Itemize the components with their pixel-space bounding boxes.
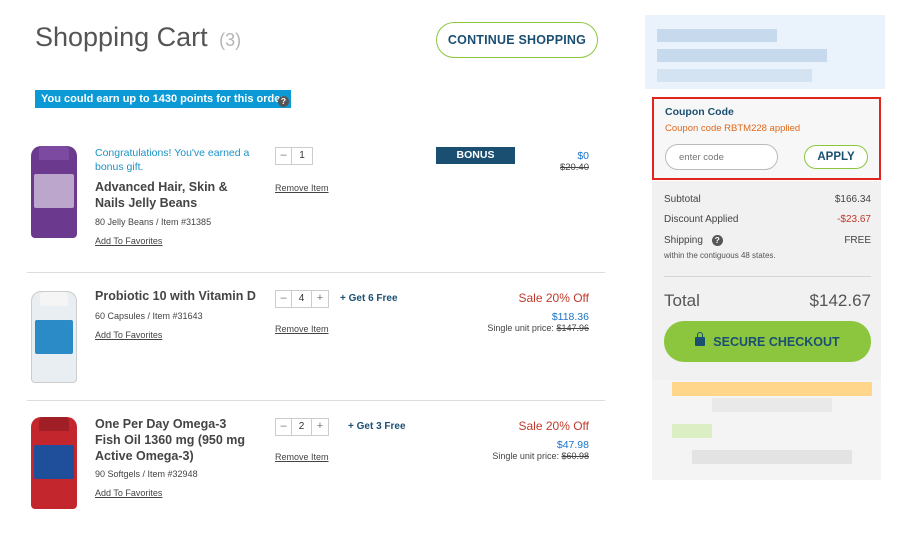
add-to-favorites-link[interactable]: Add To Favorites [95,330,162,340]
subtotal-row: Subtotal $166.34 [664,194,871,205]
coupon-code-input[interactable] [665,144,778,170]
shipping-value: FREE [844,235,871,246]
qty-increase-button[interactable]: + [312,419,328,435]
total-value: $142.67 [809,291,871,310]
price-block: $0 $20.40 [560,150,589,173]
help-icon[interactable]: ? [278,96,289,107]
divider [664,276,871,277]
secure-checkout-button[interactable]: SECURE CHECKOUT [664,321,871,362]
coupon-applied-message: Coupon code RBTM228 applied [665,123,801,134]
page-title: Shopping Cart (3) [35,22,241,53]
remove-item-link[interactable]: Remove Item [275,183,329,193]
order-summary: Subtotal $166.34 Discount Applied -$23.67 … [652,181,881,381]
item-price: $0 [577,150,589,162]
qty-value[interactable]: 1 [292,148,312,164]
item-price: $118.36 [551,311,589,323]
original-price: $20.40 [559,162,589,173]
remove-item-link[interactable]: Remove Item [275,324,329,334]
remove-item-link[interactable]: Remove Item [275,452,329,462]
qty-value[interactable]: 2 [292,419,312,435]
sale-label: Sale 20% Off [518,419,590,433]
product-name[interactable]: One Per Day Omega-3 Fish Oil 1360 mg (95… [95,416,255,464]
discount-value: -$23.67 [837,214,871,225]
price-block: Sale 20% Off $47.98 Single unit price: $… [492,419,589,461]
cart-item: One Per Day Omega-3 Fish Oil 1360 mg (95… [27,400,605,544]
qty-decrease-button[interactable]: – [276,291,292,307]
qty-increase-button[interactable]: + [312,291,328,307]
page-title-text: Shopping Cart [35,22,208,52]
unit-price: Single unit price: $147.96 [487,323,589,333]
points-banner: You could earn up to 1430 points for thi… [35,90,291,108]
blurred-region [652,380,881,480]
product-meta: 80 Jelly Beans / Item #31385 [95,217,212,227]
cart-count: (3) [219,30,242,50]
quantity-stepper: – 2 + [275,418,329,436]
product-image[interactable] [31,291,77,383]
quantity-stepper: – 4 + [275,290,329,308]
total-row: Total $142.67 [664,291,871,310]
shipping-row: Shipping ? FREE [664,235,871,246]
cart-item: Congratulations! You've earned a bonus g… [27,138,605,272]
add-to-favorites-link[interactable]: Add To Favorites [95,236,162,246]
add-to-favorites-link[interactable]: Add To Favorites [95,488,162,498]
continue-shopping-button[interactable]: CONTINUE SHOPPING [436,22,598,58]
price-block: Sale 20% Off $118.36 Single unit price: … [487,291,589,333]
item-price: $47.98 [556,439,589,451]
product-image[interactable] [31,146,77,238]
quantity-stepper: – 1 [275,147,313,165]
shipping-note: within the contiguous 48 states. [664,251,776,260]
get-free-offer[interactable]: + Get 3 Free [348,421,406,432]
qty-decrease-button[interactable]: – [276,419,292,435]
product-name[interactable]: Advanced Hair, Skin & Nails Jelly Beans [95,179,255,211]
qty-decrease-button[interactable]: – [276,148,292,164]
coupon-title: Coupon Code [665,106,734,118]
unit-price: Single unit price: $60.98 [492,451,589,461]
blurred-region [645,15,885,89]
qty-value[interactable]: 4 [292,291,312,307]
shipping-help-icon[interactable]: ? [711,235,723,246]
discount-row: Discount Applied -$23.67 [664,214,871,225]
lock-icon [695,331,706,346]
bonus-badge: BONUS [436,147,515,164]
coupon-panel: Coupon Code Coupon code RBTM228 applied … [652,97,881,180]
product-image[interactable] [31,417,77,509]
sale-label: Sale 20% Off [518,291,590,305]
product-name[interactable]: Probiotic 10 with Vitamin D [95,288,265,304]
bonus-gift-message: Congratulations! You've earned a bonus g… [95,147,250,173]
cart-item: Probiotic 10 with Vitamin D 60 Capsules … [27,272,605,400]
product-meta: 90 Softgels / Item #32948 [95,469,198,479]
product-meta: 60 Capsules / Item #31643 [95,311,203,321]
subtotal-value: $166.34 [834,194,871,205]
get-free-offer[interactable]: + Get 6 Free [340,293,398,304]
apply-coupon-button[interactable]: APPLY [804,145,868,169]
